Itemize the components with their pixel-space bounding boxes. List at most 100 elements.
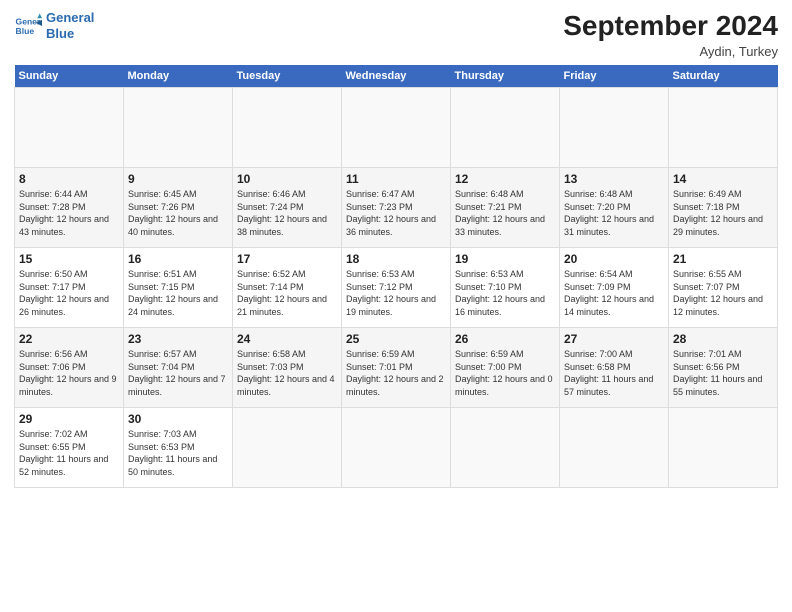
day-number: 30 — [128, 412, 228, 426]
day-info: Sunrise: 7:02 AMSunset: 6:55 PMDaylight:… — [19, 428, 119, 478]
page: General Blue General Blue September 2024… — [0, 0, 792, 612]
day-info: Sunrise: 6:59 AMSunset: 7:01 PMDaylight:… — [346, 348, 446, 398]
day-number: 16 — [128, 252, 228, 266]
day-info: Sunrise: 6:48 AMSunset: 7:20 PMDaylight:… — [564, 188, 664, 238]
day-number: 15 — [19, 252, 119, 266]
calendar-cell: 24Sunrise: 6:58 AMSunset: 7:03 PMDayligh… — [233, 328, 342, 408]
day-number: 25 — [346, 332, 446, 346]
day-info: Sunrise: 6:52 AMSunset: 7:14 PMDaylight:… — [237, 268, 337, 318]
calendar-cell — [669, 88, 778, 168]
calendar-cell: 21Sunrise: 6:55 AMSunset: 7:07 PMDayligh… — [669, 248, 778, 328]
day-info: Sunrise: 6:48 AMSunset: 7:21 PMDaylight:… — [455, 188, 555, 238]
day-number: 12 — [455, 172, 555, 186]
calendar-cell — [560, 408, 669, 488]
svg-text:Blue: Blue — [16, 25, 35, 35]
calendar-cell: 17 Sunrise: 6:52 AMSunset: 7:14 PMDayligh… — [233, 248, 342, 328]
calendar-cell: 12 Sunrise: 6:48 AMSunset: 7:21 PMDayligh… — [451, 168, 560, 248]
calendar-table: Sunday Monday Tuesday Wednesday Thursday… — [14, 65, 778, 488]
day-info: Sunrise: 6:44 AMSunset: 7:28 PMDaylight:… — [19, 188, 119, 238]
calendar-cell — [560, 88, 669, 168]
calendar-cell: 25 Sunrise: 6:59 AMSunset: 7:01 PMDayligh… — [342, 328, 451, 408]
calendar-cell: 29 Sunrise: 7:02 AMSunset: 6:55 PMDayligh… — [15, 408, 124, 488]
header-monday: Monday — [124, 65, 233, 88]
day-number: 28 — [673, 332, 773, 346]
day-number: 14 — [673, 172, 773, 186]
day-number: 27 — [564, 332, 664, 346]
header-saturday: Saturday — [669, 65, 778, 88]
header-friday: Friday — [560, 65, 669, 88]
calendar-header: Sunday Monday Tuesday Wednesday Thursday… — [15, 65, 778, 88]
calendar-cell: 19 Sunrise: 6:53 AMSunset: 7:10 PMDayligh… — [451, 248, 560, 328]
day-info: Sunrise: 6:46 AMSunset: 7:24 PMDaylight:… — [237, 188, 337, 238]
day-info: Sunrise: 6:56 AMSunset: 7:06 PMDaylight:… — [19, 348, 119, 398]
day-info: Sunrise: 6:53 AMSunset: 7:10 PMDaylight:… — [455, 268, 555, 318]
day-number: 17 — [237, 252, 337, 266]
calendar-cell: 16 Sunrise: 6:51 AMSunset: 7:15 PMDayligh… — [124, 248, 233, 328]
calendar-cell: 23 Sunrise: 6:57 AMSunset: 7:04 PMDayligh… — [124, 328, 233, 408]
calendar-cell: 13 Sunrise: 6:48 AMSunset: 7:20 PMDayligh… — [560, 168, 669, 248]
calendar-cell — [451, 88, 560, 168]
calendar-week-2: 8 Sunrise: 6:44 AMSunset: 7:28 PMDaylight… — [15, 168, 778, 248]
calendar-cell — [342, 408, 451, 488]
calendar-cell — [15, 88, 124, 168]
calendar-week-3: 15 Sunrise: 6:50 AMSunset: 7:17 PMDayligh… — [15, 248, 778, 328]
calendar-cell: 11 Sunrise: 6:47 AMSunset: 7:23 PMDayligh… — [342, 168, 451, 248]
day-info: Sunrise: 7:03 AMSunset: 6:53 PMDaylight:… — [128, 428, 228, 478]
title-block: September 2024 Aydin, Turkey — [563, 10, 778, 59]
logo-text: General Blue — [46, 10, 94, 41]
calendar-cell: 8 Sunrise: 6:44 AMSunset: 7:28 PMDaylight… — [15, 168, 124, 248]
day-number: 19 — [455, 252, 555, 266]
calendar-cell: 18 Sunrise: 6:53 AMSunset: 7:12 PMDayligh… — [342, 248, 451, 328]
calendar-cell: 14 Sunrise: 6:49 AMSunset: 7:18 PMDayligh… — [669, 168, 778, 248]
calendar-cell — [342, 88, 451, 168]
day-number: 20 — [564, 252, 664, 266]
day-number: 23 — [128, 332, 228, 346]
header-row: Sunday Monday Tuesday Wednesday Thursday… — [15, 65, 778, 88]
day-info: Sunrise: 6:53 AMSunset: 7:12 PMDaylight:… — [346, 268, 446, 318]
day-info: Sunrise: 6:50 AMSunset: 7:17 PMDaylight:… — [19, 268, 119, 318]
day-number: 29 — [19, 412, 119, 426]
calendar-week-1 — [15, 88, 778, 168]
calendar-week-5: 29 Sunrise: 7:02 AMSunset: 6:55 PMDayligh… — [15, 408, 778, 488]
calendar-cell — [233, 408, 342, 488]
calendar-cell — [451, 408, 560, 488]
day-number: 26 — [455, 332, 555, 346]
day-number: 10 — [237, 172, 337, 186]
calendar-cell: 30 Sunrise: 7:03 AMSunset: 6:53 PMDayligh… — [124, 408, 233, 488]
calendar-cell: 27 Sunrise: 7:00 AMSunset: 6:58 PMDayligh… — [560, 328, 669, 408]
day-info: Sunrise: 7:00 AMSunset: 6:58 PMDaylight:… — [564, 348, 664, 398]
calendar-cell — [233, 88, 342, 168]
day-info: Sunrise: 6:55 AMSunset: 7:07 PMDaylight:… — [673, 268, 773, 318]
logo-icon: General Blue — [14, 12, 42, 40]
day-info: Sunrise: 6:51 AMSunset: 7:15 PMDaylight:… — [128, 268, 228, 318]
day-info: Sunrise: 6:57 AMSunset: 7:04 PMDaylight:… — [128, 348, 228, 398]
day-info: Sunrise: 6:49 AMSunset: 7:18 PMDaylight:… — [673, 188, 773, 238]
day-info: Sunrise: 6:47 AMSunset: 7:23 PMDaylight:… — [346, 188, 446, 238]
calendar-cell — [669, 408, 778, 488]
calendar-cell: 10 Sunrise: 6:46 AMSunset: 7:24 PMDayligh… — [233, 168, 342, 248]
calendar-body: 8 Sunrise: 6:44 AMSunset: 7:28 PMDaylight… — [15, 88, 778, 488]
calendar-week-4: 22Sunrise: 6:56 AMSunset: 7:06 PMDayligh… — [15, 328, 778, 408]
logo: General Blue General Blue — [14, 10, 94, 41]
calendar-cell: 28 Sunrise: 7:01 AMSunset: 6:56 PMDayligh… — [669, 328, 778, 408]
day-info: Sunrise: 7:01 AMSunset: 6:56 PMDaylight:… — [673, 348, 773, 398]
calendar-cell: 20 Sunrise: 6:54 AMSunset: 7:09 PMDayligh… — [560, 248, 669, 328]
day-info: Sunrise: 6:54 AMSunset: 7:09 PMDaylight:… — [564, 268, 664, 318]
day-number: 9 — [128, 172, 228, 186]
calendar-cell — [124, 88, 233, 168]
day-number: 13 — [564, 172, 664, 186]
day-number: 18 — [346, 252, 446, 266]
day-info: Sunrise: 6:59 AMSunset: 7:00 PMDaylight:… — [455, 348, 555, 398]
location: Aydin, Turkey — [563, 44, 778, 59]
logo-line1: General — [46, 10, 94, 25]
logo-line2: Blue — [46, 26, 74, 41]
calendar-cell: 26 Sunrise: 6:59 AMSunset: 7:00 PMDayligh… — [451, 328, 560, 408]
day-number: 11 — [346, 172, 446, 186]
header-tuesday: Tuesday — [233, 65, 342, 88]
calendar-cell: 15 Sunrise: 6:50 AMSunset: 7:17 PMDayligh… — [15, 248, 124, 328]
day-number: 8 — [19, 172, 119, 186]
header: General Blue General Blue September 2024… — [14, 10, 778, 59]
day-info: Sunrise: 6:58 AMSunset: 7:03 PMDaylight:… — [237, 348, 337, 398]
header-sunday: Sunday — [15, 65, 124, 88]
month-title: September 2024 — [563, 10, 778, 42]
